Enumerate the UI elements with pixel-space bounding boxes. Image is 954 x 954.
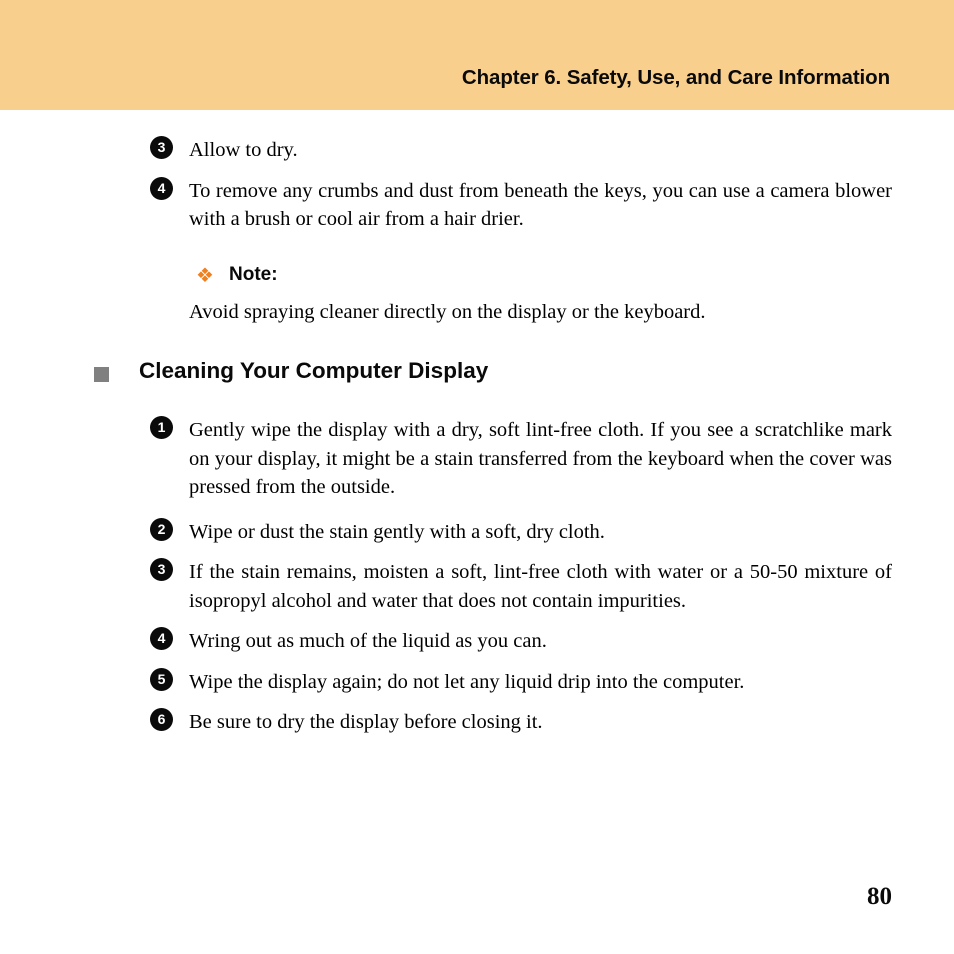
list-number-badge: 2	[150, 517, 173, 541]
section-heading: Cleaning Your Computer Display	[0, 356, 954, 390]
square-bullet-icon	[94, 367, 109, 382]
list-number-badge: 4	[150, 176, 173, 200]
list-item-text: If the stain remains, moisten a soft, li…	[189, 561, 892, 612]
note-block: ❖ Note: Avoid spraying cleaner directly …	[0, 262, 954, 327]
list-item: 5 Wipe the display again; do not let any…	[0, 667, 954, 697]
page-number: 80	[867, 883, 892, 910]
list-item-text: Gently wipe the display with a dry, soft…	[189, 419, 892, 498]
note-label: Note:	[229, 263, 278, 285]
list-item: 4 Wring out as much of the liquid as you…	[0, 627, 954, 656]
list-number-badge: 3	[150, 136, 173, 159]
section-title-text: Cleaning Your Computer Display	[139, 358, 489, 383]
list-item-text: Allow to dry.	[189, 139, 298, 161]
list-item-text: Be sure to dry the display before closin…	[189, 711, 543, 733]
list-number-badge: 6	[150, 708, 173, 731]
note-body-text: Avoid spraying cleaner directly on the d…	[189, 300, 706, 323]
list-item: 3 If the stain remains, moisten a soft, …	[0, 558, 954, 615]
list-number-badge: 5	[150, 667, 173, 691]
page-header-band: Chapter 6. Safety, Use, and Care Informa…	[0, 0, 954, 110]
chapter-title: Chapter 6. Safety, Use, and Care Informa…	[461, 66, 890, 89]
list-item: 1 Gently wipe the display with a dry, so…	[0, 416, 954, 502]
list-number-badge: 4	[150, 627, 173, 650]
list-number-badge: 1	[150, 416, 173, 439]
list-item: 3 Allow to dry.	[0, 136, 954, 165]
list-item: 6 Be sure to dry the display before clos…	[0, 708, 954, 737]
list-item-text: Wipe or dust the stain gently with a sof…	[189, 520, 605, 543]
note-header: ❖ Note:	[0, 262, 954, 290]
document-page: { "header": { "title": "Chapter 6. Safet…	[0, 0, 954, 954]
list-item: 2 Wipe or dust the stain gently with a s…	[0, 517, 954, 547]
list-number-badge: 3	[150, 558, 173, 581]
list-item-text: Wring out as much of the liquid as you c…	[189, 630, 547, 652]
list-item-text: To remove any crumbs and dust from benea…	[189, 179, 892, 231]
list-item-text: Wipe the display again; do not let any l…	[189, 670, 745, 693]
note-diamond-icon: ❖	[196, 262, 214, 287]
steps-list: 1 Gently wipe the display with a dry, so…	[0, 416, 954, 737]
intro-list: 3 Allow to dry. 4 To remove any crumbs a…	[0, 136, 954, 234]
list-item: 4 To remove any crumbs and dust from ben…	[0, 176, 954, 234]
page-content: 3 Allow to dry. 4 To remove any crumbs a…	[0, 110, 954, 737]
